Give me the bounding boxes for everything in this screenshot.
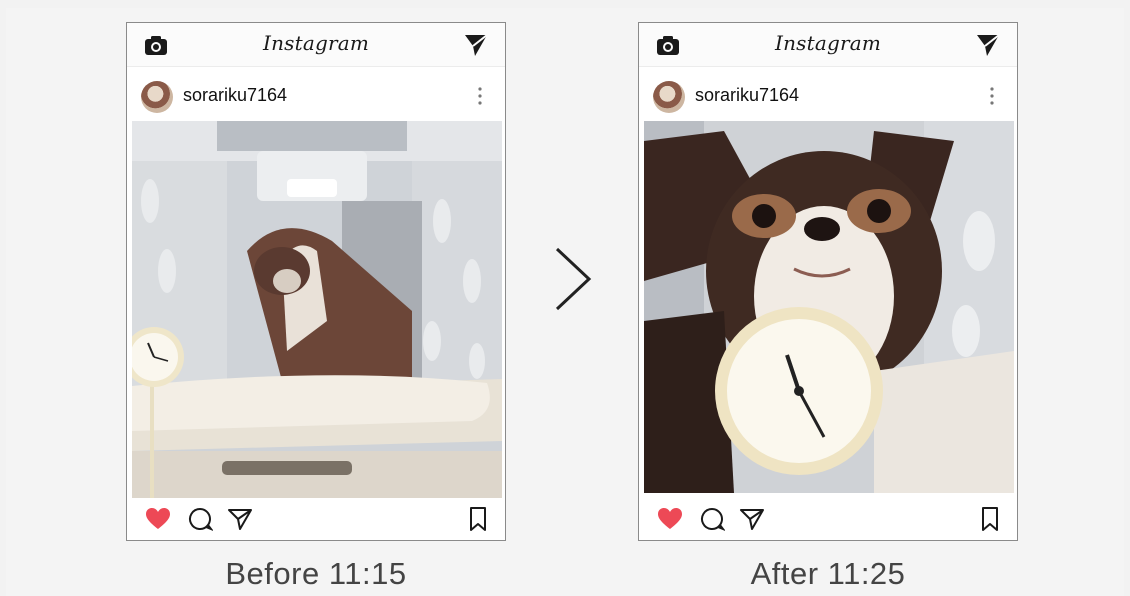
post-header: sorariku7164 (127, 67, 505, 121)
bookmark-icon[interactable] (977, 506, 1003, 532)
app-logo: Instagram (774, 31, 882, 55)
instagram-post-after: Instagram sorariku7164 (638, 22, 1018, 541)
username[interactable]: sorariku7164 (695, 85, 799, 106)
post-photo (132, 121, 502, 499)
post-photo (644, 121, 1014, 493)
instagram-post-before: Instagram sorariku7164 (126, 22, 506, 541)
comment-icon[interactable] (187, 506, 213, 532)
caption-before: Before 11:15 (225, 556, 407, 591)
post-actions (127, 498, 505, 540)
avatar[interactable] (653, 81, 685, 113)
comment-icon[interactable] (699, 506, 725, 532)
share-icon[interactable] (739, 506, 765, 532)
heart-icon[interactable] (657, 506, 683, 532)
chevron-right-icon (555, 247, 592, 311)
post-header: sorariku7164 (639, 67, 1017, 121)
send-icon[interactable] (975, 32, 1001, 58)
more-icon[interactable] (477, 87, 483, 105)
username[interactable]: sorariku7164 (183, 85, 287, 106)
send-icon[interactable] (463, 32, 489, 58)
app-logo: Instagram (262, 31, 370, 55)
share-icon[interactable] (227, 506, 253, 532)
bookmark-icon[interactable] (465, 506, 491, 532)
app-header: Instagram (639, 23, 1017, 67)
heart-icon[interactable] (145, 506, 171, 532)
avatar[interactable] (141, 81, 173, 113)
caption-after: After 11:25 (750, 556, 906, 591)
more-icon[interactable] (989, 87, 995, 105)
post-actions (639, 498, 1017, 540)
app-header: Instagram (127, 23, 505, 67)
